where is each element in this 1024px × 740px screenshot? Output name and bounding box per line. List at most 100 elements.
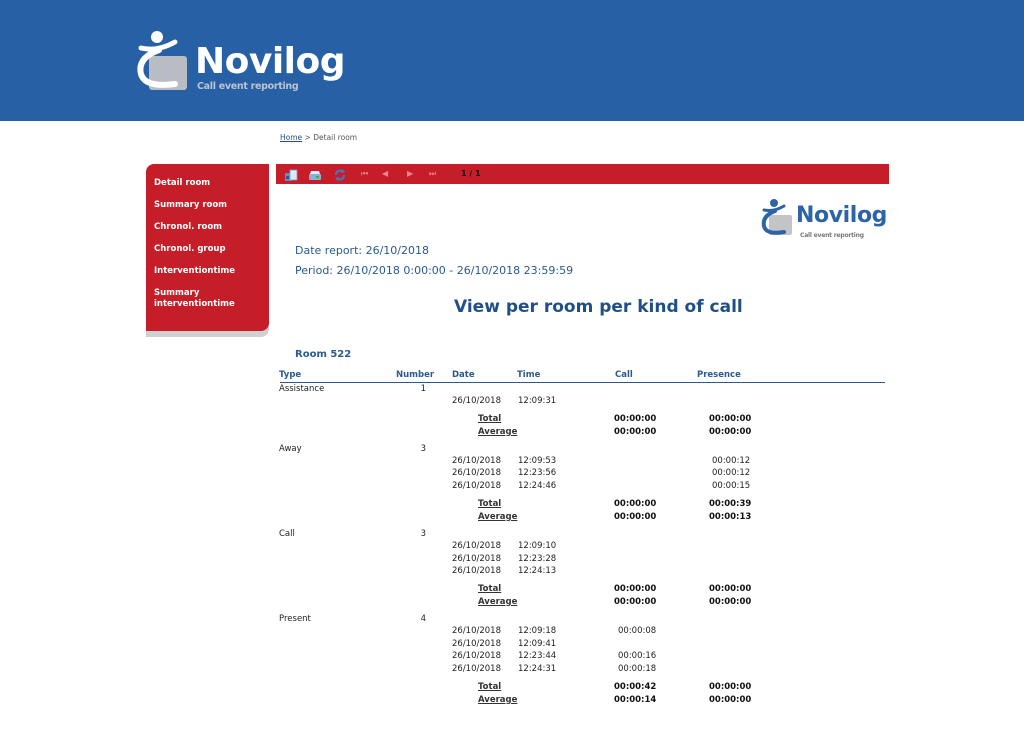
total-presence: 00:00:39 [709,498,752,509]
event-time: 12:24:46 [518,481,557,492]
event-time: 12:09:10 [518,540,557,551]
event-time: 12:24:13 [518,566,557,577]
total-label: Total [478,498,502,509]
group-count: 1 [420,384,426,394]
group-count: 4 [420,613,426,624]
print-icon[interactable] [308,167,322,181]
event-date: 26/10/2018 [452,664,501,674]
last-page-button[interactable]: ⏭ [429,167,436,181]
refresh-icon[interactable] [333,167,347,181]
total-presence: 00:00:00 [709,413,752,424]
report-logo-tagline: Call event reporting [800,232,864,239]
event-date: 26/10/2018 [452,651,501,662]
average-presence: 00:00:00 [709,596,752,607]
report-period: Period: 26/10/2018 0:00:00 - 26/10/2018 … [295,264,574,277]
average-label: Average [478,596,518,607]
total-call: 00:00:00 [614,413,657,424]
sidebar-item-chronol-group[interactable]: Chronol. group [154,244,226,255]
event-time: 12:09:31 [518,396,557,406]
breadcrumb-current: Detail room [313,133,358,142]
event-date: 26/10/2018 [452,540,501,551]
group-type: Call [279,528,295,539]
event-time: 12:23:44 [518,651,557,662]
export-icon[interactable] [284,167,298,181]
group-type: Present [279,613,311,624]
report-logo-wordmark: Novilog [796,203,888,228]
sidebar-item-detail-room[interactable]: Detail room [154,178,210,189]
event-time: 12:09:18 [518,625,557,636]
average-presence: 00:00:00 [709,426,752,437]
event-date: 26/10/2018 [452,455,501,466]
event-call-duration: 00:00:08 [618,625,657,636]
sidebar-item-summary-room[interactable]: Summary room [154,200,227,211]
event-time: 12:24:31 [518,664,557,674]
event-date: 26/10/2018 [452,396,501,406]
sidebar-item-interventiontime[interactable]: Interventiontime [154,266,235,277]
sidebar-item-summary-interventiontime[interactable]: Summary interventiontime [154,288,249,310]
previous-page-button[interactable]: ◀ [382,167,388,181]
event-time: 12:09:53 [518,455,557,466]
sidebar-menu: Detail room Summary room Chronol. room C… [146,164,269,331]
average-label: Average [478,426,518,437]
next-page-button[interactable]: ▶ [407,167,413,181]
site-header: Novilog Call event reporting [0,0,1024,121]
event-time: 12:23:56 [518,468,557,479]
event-call-duration: 00:00:16 [618,651,657,662]
total-presence: 00:00:00 [709,681,752,692]
novilog-logo[interactable]: Novilog Call event reporting [135,28,346,98]
logo-figure-icon [137,31,187,90]
column-header-date: Date [452,370,475,380]
average-call: 00:00:00 [614,426,657,437]
event-date: 26/10/2018 [452,566,501,577]
event-presence-duration: 00:00:12 [712,468,751,479]
report-title: View per room per kind of call [454,297,743,317]
room-heading: Room 522 [295,349,352,360]
sidebar-item-chronol-room[interactable]: Chronol. room [154,222,222,233]
total-label: Total [478,413,502,424]
event-call-duration: 00:00:18 [618,664,657,674]
column-header-type: Type [279,370,302,380]
breadcrumb-separator: > [304,133,311,142]
average-presence: 00:00:13 [709,511,752,522]
group-count: 3 [420,528,426,539]
average-presence: 00:00:00 [709,694,752,705]
total-label: Total [478,583,502,594]
total-call: 00:00:00 [614,583,657,594]
date-report: Date report: 26/10/2018 [295,244,429,257]
column-header-call: Call [615,370,633,380]
column-header-presence: Presence [697,370,741,380]
event-time: 12:23:28 [518,553,557,564]
report-toolbar: ⏮ ◀ ▶ ⏭ 1 / 1 [276,164,889,184]
logo-wordmark: Novilog [195,41,346,82]
event-date: 26/10/2018 [452,481,501,492]
total-call: 00:00:42 [614,681,657,692]
group-count: 3 [420,443,426,454]
page-indicator: 1 / 1 [461,169,481,178]
total-presence: 00:00:00 [709,583,752,594]
breadcrumb-home-link[interactable]: Home [280,133,302,142]
breadcrumb: Home > Detail room [280,133,357,142]
logo-tagline: Call event reporting [197,81,299,92]
column-header-number: Number [396,370,435,380]
event-presence-duration: 00:00:15 [712,481,751,492]
column-header-time: Time [517,370,541,380]
first-page-button[interactable]: ⏮ [361,167,368,181]
event-date: 26/10/2018 [452,468,501,479]
event-presence-duration: 00:00:12 [712,455,751,466]
group-type: Assistance [279,384,325,394]
average-label: Average [478,511,518,522]
total-call: 00:00:00 [614,498,657,509]
report-logo: Novilog Call event reporting [760,197,895,242]
average-call: 00:00:00 [614,511,657,522]
report-logo-figure-icon [761,199,792,235]
total-label: Total [478,681,502,692]
average-label: Average [478,694,518,705]
average-call: 00:00:14 [614,694,657,705]
group-type: Away [279,443,302,454]
header-divider [280,382,885,383]
event-date: 26/10/2018 [452,638,501,649]
event-date: 26/10/2018 [452,553,501,564]
event-time: 12:09:41 [518,638,557,649]
event-date: 26/10/2018 [452,625,501,636]
average-call: 00:00:00 [614,596,657,607]
